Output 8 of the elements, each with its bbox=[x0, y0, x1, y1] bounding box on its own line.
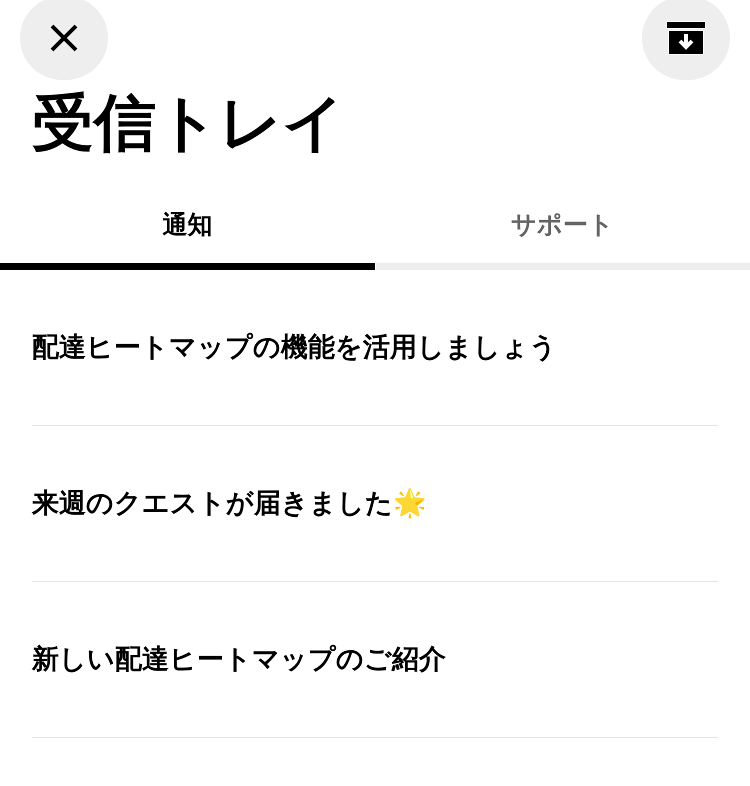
tab[interactable]: 通知 bbox=[0, 198, 375, 270]
archive-icon bbox=[667, 22, 705, 54]
close-icon bbox=[49, 23, 79, 53]
page-title: 受信トレイ bbox=[31, 92, 346, 154]
tab[interactable]: サポート bbox=[375, 198, 750, 270]
message-title[interactable]: 配達ヒートマップの機能を活用しましょう bbox=[32, 328, 612, 366]
message-title[interactable]: 来週のクエストが届きました🌟 bbox=[32, 484, 612, 522]
message-title[interactable]: 新しい配達ヒートマップのご紹介 bbox=[32, 640, 612, 678]
